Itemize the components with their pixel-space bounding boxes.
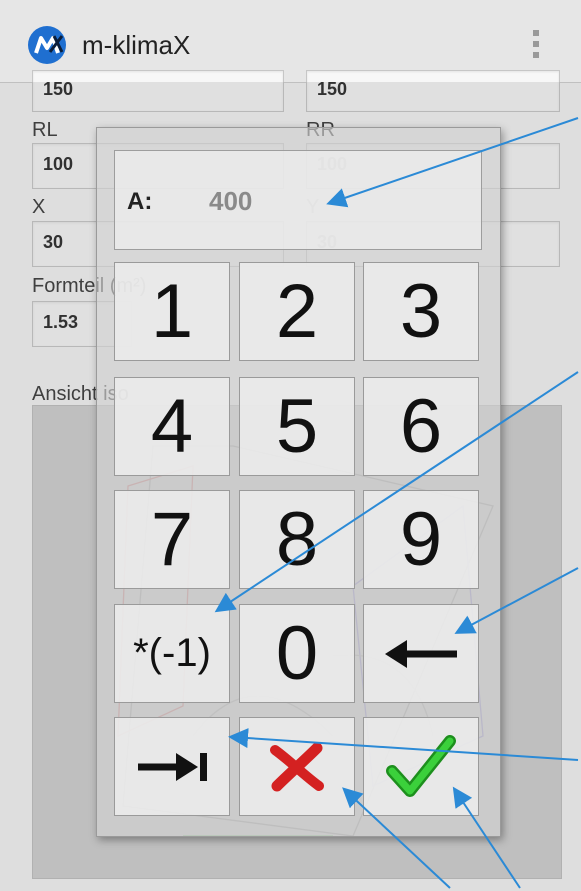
confirm-button[interactable] bbox=[363, 717, 479, 816]
backspace-button[interactable] bbox=[363, 604, 479, 703]
key-0[interactable]: 0 bbox=[239, 604, 355, 703]
display-value: 400 bbox=[209, 186, 253, 216]
tab-to-end-icon bbox=[138, 752, 207, 781]
keypad-display: A: 400 bbox=[114, 150, 482, 250]
left-arrow-icon bbox=[385, 639, 457, 668]
key-5[interactable]: 5 bbox=[239, 377, 355, 476]
overflow-menu-icon[interactable] bbox=[530, 30, 542, 66]
app-logo-icon bbox=[28, 26, 66, 64]
tab-key[interactable] bbox=[114, 717, 230, 816]
key-6[interactable]: 6 bbox=[363, 377, 479, 476]
key-8[interactable]: 8 bbox=[239, 490, 355, 589]
red-x-icon bbox=[270, 742, 324, 791]
key-1[interactable]: 1 bbox=[114, 262, 230, 361]
key-2[interactable]: 2 bbox=[239, 262, 355, 361]
display-label: A: bbox=[127, 188, 153, 215]
app-title: m-klimaX bbox=[82, 30, 191, 60]
key-4[interactable]: 4 bbox=[114, 377, 230, 476]
green-check-icon bbox=[386, 734, 456, 797]
key-3[interactable]: 3 bbox=[363, 262, 479, 361]
key-9[interactable]: 9 bbox=[363, 490, 479, 589]
cancel-button[interactable] bbox=[239, 717, 355, 816]
negate-key[interactable]: *(-1) bbox=[114, 604, 230, 703]
key-7[interactable]: 7 bbox=[114, 490, 230, 589]
